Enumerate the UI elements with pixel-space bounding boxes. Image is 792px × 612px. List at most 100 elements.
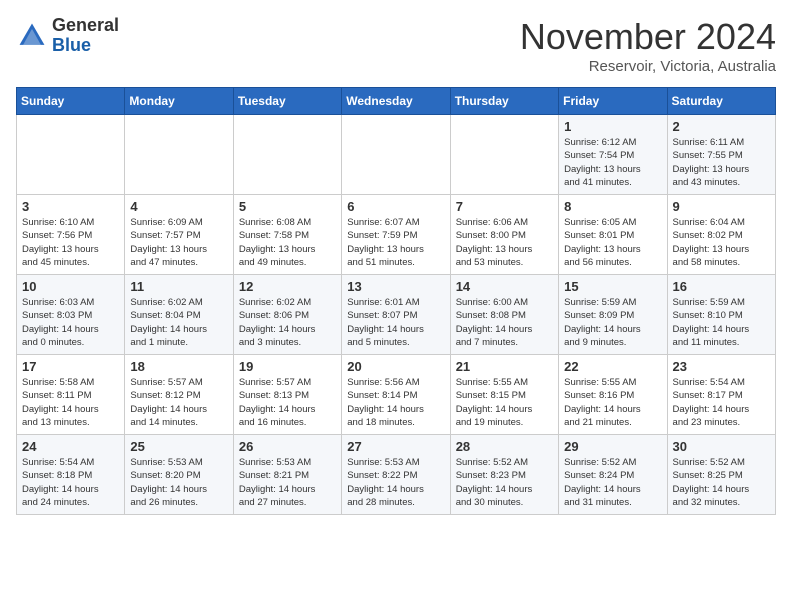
day-info: Sunrise: 5:59 AM Sunset: 8:10 PM Dayligh… xyxy=(673,296,770,349)
day-info: Sunrise: 5:57 AM Sunset: 8:12 PM Dayligh… xyxy=(130,376,227,429)
day-info: Sunrise: 6:08 AM Sunset: 7:58 PM Dayligh… xyxy=(239,216,336,269)
day-number: 1 xyxy=(564,119,661,134)
calendar-cell: 11Sunrise: 6:02 AM Sunset: 8:04 PM Dayli… xyxy=(125,275,233,355)
calendar-cell: 8Sunrise: 6:05 AM Sunset: 8:01 PM Daylig… xyxy=(559,195,667,275)
logo-blue: Blue xyxy=(52,35,91,55)
day-number: 8 xyxy=(564,199,661,214)
calendar-cell xyxy=(450,115,558,195)
day-number: 4 xyxy=(130,199,227,214)
day-info: Sunrise: 5:54 AM Sunset: 8:17 PM Dayligh… xyxy=(673,376,770,429)
calendar-cell: 28 Sunrise: 5:52 AM Sunset: 8:23 PM Dayli… xyxy=(450,435,558,515)
calendar-cell: 30 Sunrise: 5:52 AM Sunset: 8:25 PM Dayli… xyxy=(667,435,775,515)
day-number: 24 xyxy=(22,439,119,454)
day-info: Sunrise: 6:00 AM Sunset: 8:08 PM Dayligh… xyxy=(456,296,553,349)
calendar-table: SundayMondayTuesdayWednesdayThursdayFrid… xyxy=(16,87,776,515)
calendar-header-row: SundayMondayTuesdayWednesdayThursdayFrid… xyxy=(17,88,776,115)
calendar-cell: 24 Sunrise: 5:54 AM Sunset: 8:18 PM Dayli… xyxy=(17,435,125,515)
day-number: 22 xyxy=(564,359,661,374)
calendar-cell: 1 Sunrise: 6:12 AM Sunset: 7:54 PM Daylig… xyxy=(559,115,667,195)
day-number: 23 xyxy=(673,359,770,374)
day-number: 18 xyxy=(130,359,227,374)
calendar-cell: 29 Sunrise: 5:52 AM Sunset: 8:24 PM Dayli… xyxy=(559,435,667,515)
day-number: 25 xyxy=(130,439,227,454)
calendar-cell: 4 Sunrise: 6:09 AM Sunset: 7:57 PM Daylig… xyxy=(125,195,233,275)
calendar-cell: 23 Sunrise: 5:54 AM Sunset: 8:17 PM Dayli… xyxy=(667,355,775,435)
day-info: Sunrise: 6:10 AM Sunset: 7:56 PM Dayligh… xyxy=(22,216,119,269)
calendar-cell xyxy=(233,115,341,195)
calendar-cell xyxy=(17,115,125,195)
day-number: 13 xyxy=(347,279,444,294)
day-info: Sunrise: 5:53 AM Sunset: 8:21 PM Dayligh… xyxy=(239,456,336,509)
calendar-cell xyxy=(125,115,233,195)
day-number: 26 xyxy=(239,439,336,454)
day-info: Sunrise: 5:55 AM Sunset: 8:15 PM Dayligh… xyxy=(456,376,553,429)
page-header: General Blue November 2024 Reservoir, Vi… xyxy=(16,16,776,75)
calendar-cell: 25Sunrise: 5:53 AM Sunset: 8:20 PM Dayli… xyxy=(125,435,233,515)
title-block: November 2024 Reservoir, Victoria, Austr… xyxy=(520,16,776,75)
day-info: Sunrise: 6:04 AM Sunset: 8:02 PM Dayligh… xyxy=(673,216,770,269)
calendar-cell xyxy=(342,115,450,195)
day-info: Sunrise: 5:52 AM Sunset: 8:23 PM Dayligh… xyxy=(456,456,553,509)
day-number: 3 xyxy=(22,199,119,214)
day-number: 14 xyxy=(456,279,553,294)
day-number: 17 xyxy=(22,359,119,374)
day-number: 2 xyxy=(673,119,770,134)
calendar-cell: 19Sunrise: 5:57 AM Sunset: 8:13 PM Dayli… xyxy=(233,355,341,435)
calendar-week-row: 1 Sunrise: 6:12 AM Sunset: 7:54 PM Daylig… xyxy=(17,115,776,195)
logo-text: General Blue xyxy=(52,16,119,56)
day-number: 6 xyxy=(347,199,444,214)
day-number: 20 xyxy=(347,359,444,374)
day-info: Sunrise: 6:02 AM Sunset: 8:06 PM Dayligh… xyxy=(239,296,336,349)
calendar-week-row: 17 Sunrise: 5:58 AM Sunset: 8:11 PM Dayli… xyxy=(17,355,776,435)
calendar-week-row: 24 Sunrise: 5:54 AM Sunset: 8:18 PM Dayli… xyxy=(17,435,776,515)
day-info: Sunrise: 5:56 AM Sunset: 8:14 PM Dayligh… xyxy=(347,376,444,429)
location: Reservoir, Victoria, Australia xyxy=(520,58,776,75)
calendar-cell: 6 Sunrise: 6:07 AM Sunset: 7:59 PM Daylig… xyxy=(342,195,450,275)
day-number: 30 xyxy=(673,439,770,454)
day-info: Sunrise: 5:58 AM Sunset: 8:11 PM Dayligh… xyxy=(22,376,119,429)
weekday-header: Thursday xyxy=(450,88,558,115)
day-info: Sunrise: 5:52 AM Sunset: 8:25 PM Dayligh… xyxy=(673,456,770,509)
day-number: 15 xyxy=(564,279,661,294)
day-number: 9 xyxy=(673,199,770,214)
day-info: Sunrise: 6:07 AM Sunset: 7:59 PM Dayligh… xyxy=(347,216,444,269)
calendar-cell: 7Sunrise: 6:06 AM Sunset: 8:00 PM Daylig… xyxy=(450,195,558,275)
calendar-cell: 10Sunrise: 6:03 AM Sunset: 8:03 PM Dayli… xyxy=(17,275,125,355)
calendar-cell: 3 Sunrise: 6:10 AM Sunset: 7:56 PM Daylig… xyxy=(17,195,125,275)
calendar-week-row: 3 Sunrise: 6:10 AM Sunset: 7:56 PM Daylig… xyxy=(17,195,776,275)
day-info: Sunrise: 5:55 AM Sunset: 8:16 PM Dayligh… xyxy=(564,376,661,429)
calendar-week-row: 10Sunrise: 6:03 AM Sunset: 8:03 PM Dayli… xyxy=(17,275,776,355)
day-number: 21 xyxy=(456,359,553,374)
day-info: Sunrise: 5:53 AM Sunset: 8:22 PM Dayligh… xyxy=(347,456,444,509)
weekday-header: Tuesday xyxy=(233,88,341,115)
calendar-cell: 14 Sunrise: 6:00 AM Sunset: 8:08 PM Dayli… xyxy=(450,275,558,355)
day-number: 16 xyxy=(673,279,770,294)
day-number: 28 xyxy=(456,439,553,454)
day-number: 29 xyxy=(564,439,661,454)
day-info: Sunrise: 6:02 AM Sunset: 8:04 PM Dayligh… xyxy=(130,296,227,349)
calendar-cell: 9 Sunrise: 6:04 AM Sunset: 8:02 PM Daylig… xyxy=(667,195,775,275)
day-number: 27 xyxy=(347,439,444,454)
day-info: Sunrise: 6:09 AM Sunset: 7:57 PM Dayligh… xyxy=(130,216,227,269)
weekday-header: Saturday xyxy=(667,88,775,115)
weekday-header: Friday xyxy=(559,88,667,115)
calendar-cell: 16 Sunrise: 5:59 AM Sunset: 8:10 PM Dayli… xyxy=(667,275,775,355)
day-number: 5 xyxy=(239,199,336,214)
day-info: Sunrise: 5:54 AM Sunset: 8:18 PM Dayligh… xyxy=(22,456,119,509)
day-number: 12 xyxy=(239,279,336,294)
calendar-cell: 22 Sunrise: 5:55 AM Sunset: 8:16 PM Dayli… xyxy=(559,355,667,435)
weekday-header: Sunday xyxy=(17,88,125,115)
day-info: Sunrise: 6:06 AM Sunset: 8:00 PM Dayligh… xyxy=(456,216,553,269)
calendar-cell: 13Sunrise: 6:01 AM Sunset: 8:07 PM Dayli… xyxy=(342,275,450,355)
day-info: Sunrise: 5:52 AM Sunset: 8:24 PM Dayligh… xyxy=(564,456,661,509)
day-number: 19 xyxy=(239,359,336,374)
calendar-cell: 15Sunrise: 5:59 AM Sunset: 8:09 PM Dayli… xyxy=(559,275,667,355)
calendar-cell: 18 Sunrise: 5:57 AM Sunset: 8:12 PM Dayli… xyxy=(125,355,233,435)
calendar-cell: 20 Sunrise: 5:56 AM Sunset: 8:14 PM Dayli… xyxy=(342,355,450,435)
logo: General Blue xyxy=(16,16,119,56)
calendar-cell: 21 Sunrise: 5:55 AM Sunset: 8:15 PM Dayli… xyxy=(450,355,558,435)
day-info: Sunrise: 6:12 AM Sunset: 7:54 PM Dayligh… xyxy=(564,136,661,189)
logo-icon xyxy=(16,20,48,52)
calendar-cell: 17 Sunrise: 5:58 AM Sunset: 8:11 PM Dayli… xyxy=(17,355,125,435)
calendar-cell: 26 Sunrise: 5:53 AM Sunset: 8:21 PM Dayli… xyxy=(233,435,341,515)
